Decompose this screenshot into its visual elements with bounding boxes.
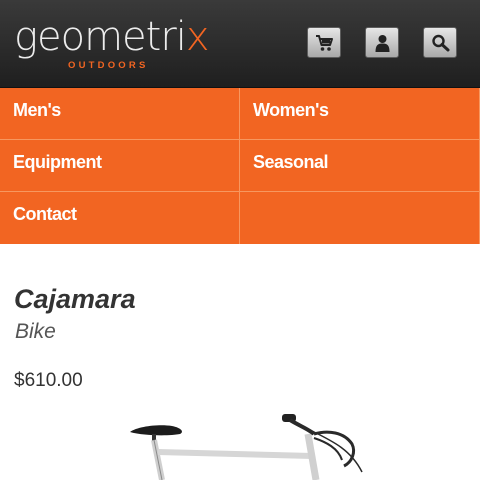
search-icon (432, 34, 450, 52)
search-button[interactable] (423, 27, 457, 58)
site-header: geometrix OUTDOORS (0, 0, 480, 88)
brand-logo[interactable]: geometrix OUTDOORS (14, 14, 214, 74)
nav-item-label: Seasonal (253, 152, 329, 172)
nav-item-mens[interactable]: Men's (0, 88, 240, 140)
product-category: Bike (15, 320, 56, 343)
nav-item-empty (240, 192, 480, 244)
nav-item-seasonal[interactable]: Seasonal (240, 140, 480, 192)
main-nav: Men's Women's Equipment Seasonal Contact (0, 88, 480, 244)
cart-icon (316, 35, 333, 51)
product-detail: Cajamara Bike $610.00 (0, 244, 480, 480)
nav-item-label: Women's (253, 100, 329, 120)
nav-item-equipment[interactable]: Equipment (0, 140, 240, 192)
product-name: Cajamara (14, 284, 136, 314)
cart-button[interactable] (307, 27, 341, 58)
brand-tagline: OUTDOORS (68, 60, 149, 71)
account-button[interactable] (365, 27, 399, 58)
nav-item-label: Equipment (13, 152, 102, 172)
bike-photo[interactable] (100, 412, 400, 480)
account-icon (375, 35, 390, 52)
brand-wordmark: geometrix (14, 14, 210, 60)
nav-item-label: Contact (13, 204, 77, 224)
nav-item-label: Men's (13, 100, 61, 120)
nav-item-contact[interactable]: Contact (0, 192, 240, 244)
nav-item-womens[interactable]: Women's (240, 88, 480, 140)
product-price: $610.00 (14, 370, 83, 391)
